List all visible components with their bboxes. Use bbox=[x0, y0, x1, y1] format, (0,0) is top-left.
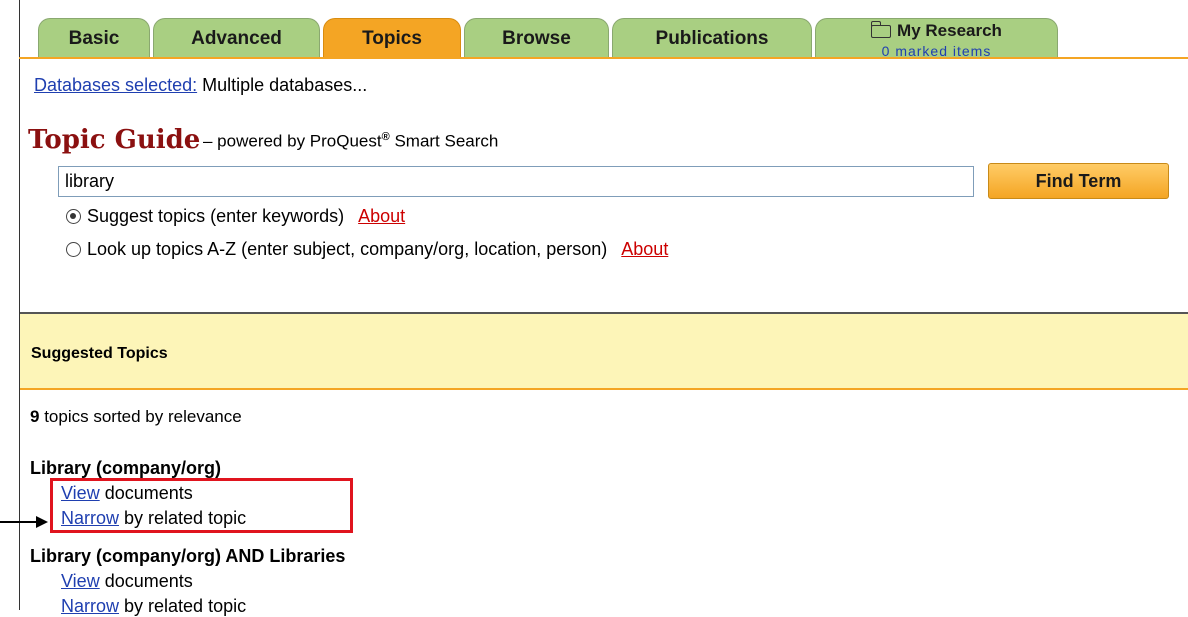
tab-my-research[interactable]: My Research 0 marked items bbox=[815, 18, 1058, 59]
option-lookup-label: Look up topics A-Z (enter subject, compa… bbox=[87, 239, 608, 259]
tab-topics[interactable]: Topics bbox=[323, 18, 461, 58]
radio-lookup-az[interactable] bbox=[66, 242, 81, 257]
tab-advanced-label: Advanced bbox=[191, 28, 282, 49]
tab-basic[interactable]: Basic bbox=[38, 18, 150, 58]
tab-publications-label: Publications bbox=[655, 28, 769, 49]
tab-advanced[interactable]: Advanced bbox=[153, 18, 320, 58]
radio-suggest-topics[interactable] bbox=[66, 209, 81, 224]
arrow-icon bbox=[0, 516, 48, 528]
databases-selected: Databases selected: Multiple databases..… bbox=[34, 75, 367, 96]
option-suggest-label: Suggest topics (enter keywords) bbox=[87, 206, 345, 226]
tab-basic-label: Basic bbox=[68, 28, 120, 49]
search-input[interactable] bbox=[58, 166, 974, 197]
powered-by-text: – powered by ProQuest bbox=[203, 131, 382, 151]
page-title: Topic Guide bbox=[28, 125, 201, 155]
option-suggest-topics[interactable]: Suggest topics (enter keywords) About bbox=[66, 206, 405, 227]
tab-my-research-label: My Research bbox=[897, 21, 1002, 40]
view-documents-text: documents bbox=[99, 571, 193, 591]
topic-narrow-action: Narrow by related topic bbox=[61, 596, 246, 617]
tab-bar-divider bbox=[19, 57, 1188, 59]
highlight-box bbox=[50, 478, 353, 533]
option-lookup-az[interactable]: Look up topics A-Z (enter subject, compa… bbox=[66, 239, 668, 260]
powered-by: – powered by ProQuest® Smart Search bbox=[203, 131, 498, 152]
databases-selected-value: Multiple databases... bbox=[202, 75, 368, 95]
suggested-topics-heading: Suggested Topics bbox=[31, 345, 168, 362]
databases-selected-link[interactable]: Databases selected: bbox=[34, 75, 197, 95]
suggested-topics-banner: Suggested Topics bbox=[20, 312, 1188, 390]
about-suggest-link[interactable]: About bbox=[358, 206, 405, 227]
topic-view-action: View documents bbox=[61, 571, 193, 592]
topic-title: Library (company/org) bbox=[30, 458, 222, 478]
find-term-button[interactable]: Find Term bbox=[988, 163, 1169, 199]
tab-topics-label: Topics bbox=[362, 28, 422, 49]
tab-browse[interactable]: Browse bbox=[464, 18, 609, 58]
narrow-topic-link[interactable]: Narrow bbox=[61, 596, 119, 616]
topic-count: 9 topics sorted by relevance bbox=[30, 407, 242, 427]
registered-mark: ® bbox=[381, 131, 390, 143]
topic-title: Library (company/org) AND Libraries bbox=[30, 546, 346, 566]
powered-by-tail: Smart Search bbox=[389, 131, 499, 151]
topic-count-text: topics sorted by relevance bbox=[39, 407, 242, 426]
about-lookup-link[interactable]: About bbox=[621, 239, 668, 260]
view-documents-link[interactable]: View bbox=[61, 571, 100, 591]
tab-browse-label: Browse bbox=[502, 28, 571, 49]
narrow-topic-text: by related topic bbox=[119, 596, 247, 616]
folder-icon bbox=[871, 20, 892, 38]
tab-publications[interactable]: Publications bbox=[612, 18, 812, 58]
